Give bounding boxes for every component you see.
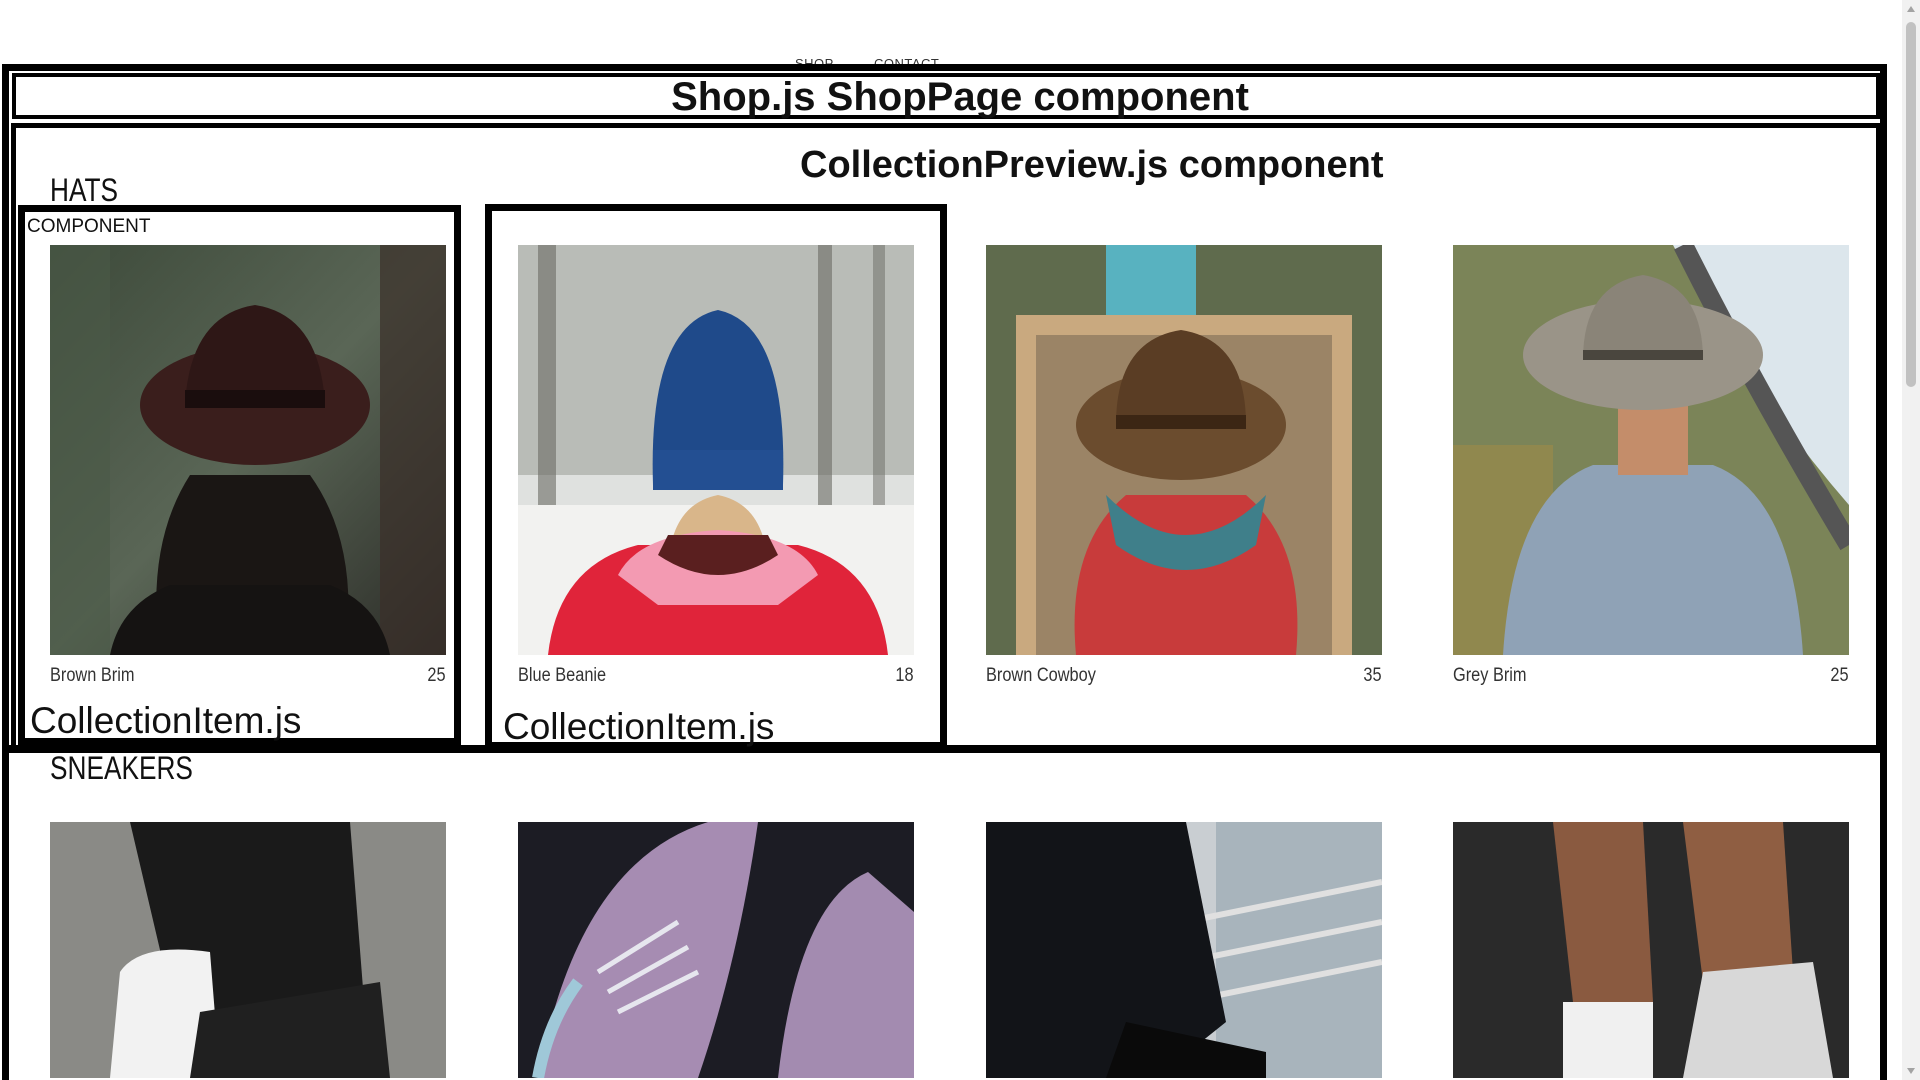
sneaker-image-2[interactable] [518,822,914,1078]
scrollbar-thumb[interactable] [1906,22,1916,387]
product-image-brown-cowboy[interactable] [986,245,1382,655]
collection-title-hats[interactable]: HATS [50,172,118,209]
collection-item-annotation-2: CollectionItem.js [503,706,775,747]
item-name: Brown Brim [50,665,135,686]
item-price: 35 [1363,665,1382,686]
vertical-scrollbar[interactable] [1902,0,1920,1080]
item-name: Grey Brim [1453,665,1527,686]
scroll-down-icon[interactable] [1907,1068,1915,1074]
sneaker-image-3[interactable] [986,822,1382,1078]
collection-item-brown-cowboy[interactable]: Brown Cowboy 35 [986,245,1382,687]
item-price: 25 [1830,665,1849,686]
collection-item-grey-brim[interactable]: Grey Brim 25 [1453,245,1849,687]
collection-title-sneakers[interactable]: SNEAKERS [50,750,193,787]
product-image-brown-brim[interactable] [50,245,446,655]
collection-preview-annotation: CollectionPreview.js component [800,144,1384,186]
item-price: 25 [427,665,446,686]
sneaker-image-1[interactable] [50,822,446,1078]
collection-item-blue-beanie[interactable]: Blue Beanie 18 [518,245,914,687]
item-name: Blue Beanie [518,665,607,686]
product-image-blue-beanie[interactable] [518,245,914,655]
product-image-grey-brim[interactable] [1453,245,1849,655]
scroll-up-icon[interactable] [1907,6,1915,12]
item-name: Brown Cowboy [986,665,1096,686]
shop-page-annotation: Shop.js ShopPage component [671,75,1249,119]
component-annotation: COMPONENT [27,216,151,237]
item-price: 18 [895,665,914,686]
collection-item-brown-brim[interactable]: Brown Brim 25 [50,245,446,687]
sneaker-image-4[interactable] [1453,822,1849,1078]
collection-item-annotation-1: CollectionItem.js [30,700,302,741]
